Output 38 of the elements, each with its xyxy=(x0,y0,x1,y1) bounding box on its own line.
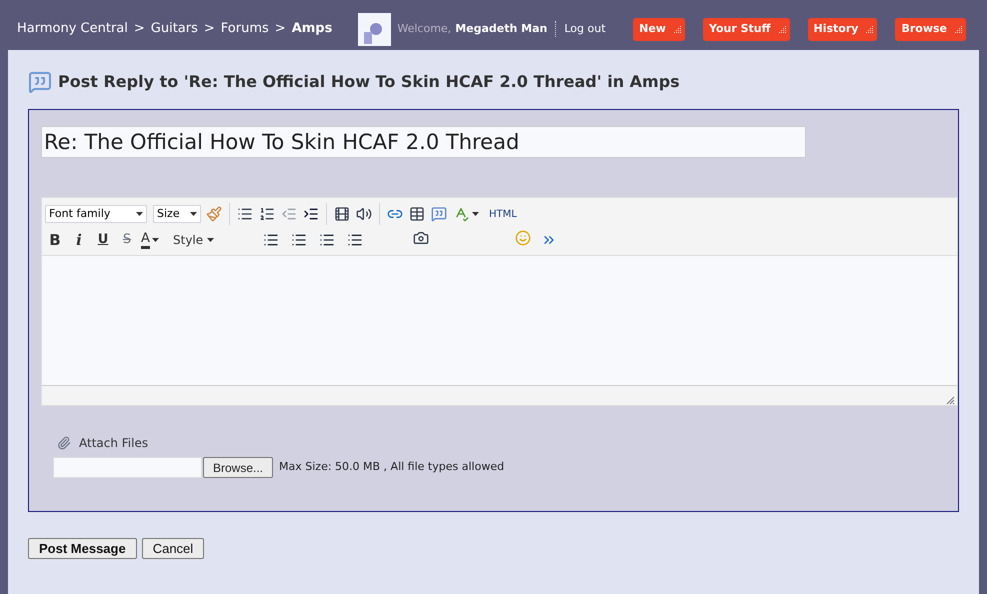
nav-button[interactable]: Browse xyxy=(895,18,966,40)
caret-icon xyxy=(472,212,479,216)
breadcrumb-current[interactable]: Amps xyxy=(292,19,332,39)
nav-button[interactable]: New xyxy=(633,18,685,40)
caret-icon xyxy=(207,238,214,242)
breadcrumb-link[interactable]: Harmony Central xyxy=(17,19,128,39)
breadcrumb-link[interactable]: Guitars xyxy=(150,19,198,39)
strikethrough-button[interactable]: S xyxy=(117,230,137,250)
bold-button[interactable]: B xyxy=(45,228,65,252)
caret-icon xyxy=(152,238,159,242)
welcome-text: Welcome, xyxy=(397,20,452,37)
avatar-icon xyxy=(358,12,392,46)
logout-link[interactable]: Log out xyxy=(564,20,606,38)
html-button[interactable]: HTML xyxy=(489,206,517,222)
resize-handle-icon[interactable] xyxy=(946,396,955,405)
page-title: Post Reply to 'Re: The Official How To Skin HCAF 2.0 Thread' in Amps xyxy=(58,71,680,93)
post-message-button[interactable]: Post Message xyxy=(28,538,137,559)
caret-icon xyxy=(190,212,197,216)
speech-bubbles-icon xyxy=(28,70,52,94)
underline-button[interactable]: U xyxy=(93,230,113,250)
style-dropdown[interactable]: Style xyxy=(173,231,214,249)
italic-button[interactable]: i xyxy=(69,228,89,252)
cancel-button[interactable]: Cancel xyxy=(142,538,204,559)
username[interactable]: Megadeth Man xyxy=(455,20,548,38)
text-color-button[interactable]: A xyxy=(141,232,169,248)
caret-icon xyxy=(136,212,143,216)
nav-button[interactable]: Your Stuff xyxy=(702,18,790,40)
upload-limits-text: Max Size: 50.0 MB , All file types allowed xyxy=(279,459,504,476)
browse-button[interactable]: Browse... xyxy=(203,457,274,478)
file-path-field[interactable] xyxy=(53,457,202,478)
message-body-field[interactable] xyxy=(42,255,957,385)
attach-files-label: Attach Files xyxy=(79,435,148,452)
subject-field[interactable]: Re: The Official How To Skin HCAF 2.0 Thread xyxy=(41,126,806,158)
font-family-select[interactable]: Font family xyxy=(45,205,147,223)
paperclip-icon xyxy=(57,436,71,450)
size-select[interactable]: Size xyxy=(153,205,201,223)
breadcrumb-link[interactable]: Forums xyxy=(220,19,269,39)
nav-button[interactable]: History xyxy=(808,18,878,40)
